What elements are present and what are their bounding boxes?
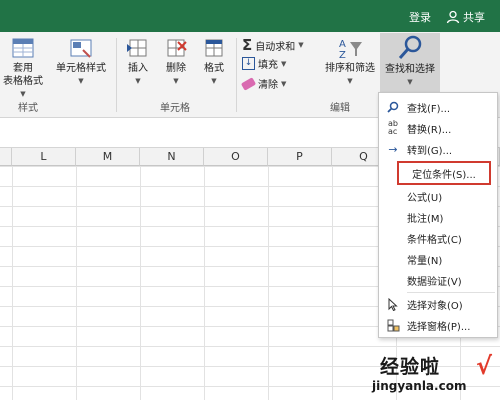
cells-group-label: 单元格 <box>160 103 190 114</box>
title-bar: 登录 共享 <box>0 0 500 32</box>
sigma-icon: Σ <box>242 36 253 54</box>
find-select-label: 查找和选择 <box>385 64 435 75</box>
menu-divider <box>407 292 495 293</box>
sort-filter-button[interactable]: A Z 排序和筛选 ▼ <box>320 36 380 88</box>
autosum-button[interactable]: Σ 自动求和 ▼ <box>242 36 304 54</box>
menu-item-formulas[interactable]: 公式(U) <box>379 186 497 206</box>
menu-item-goto[interactable]: → 转到(G)... <box>379 139 497 159</box>
column-header-partial <box>0 148 12 166</box>
selection-pane-icon <box>379 319 407 332</box>
share-button[interactable]: 共享 <box>446 7 494 27</box>
group-divider <box>116 38 117 112</box>
styles-group-label: 样式 <box>18 103 38 114</box>
menu-item-constants[interactable]: 常量(N) <box>379 249 497 269</box>
format-label: 格式 <box>204 63 224 74</box>
autosum-label: 自动求和 <box>255 41 296 53</box>
chevron-down-icon: ▼ <box>173 77 179 85</box>
chevron-down-icon: ▼ <box>211 77 217 85</box>
cell-styles-button[interactable]: 单元格样式 ▼ <box>50 36 112 88</box>
fill-down-icon: ↓ <box>242 57 255 70</box>
arrow-right-icon: → <box>388 142 398 156</box>
menu-item-find[interactable]: 查找(F)... <box>379 97 497 117</box>
menu-item-data-validation[interactable]: 数据验证(V) <box>379 270 497 290</box>
insert-button[interactable]: 插入 ▼ <box>120 36 156 88</box>
cell-styles-icon <box>70 39 92 58</box>
column-header-p[interactable]: P <box>268 148 332 166</box>
menu-item-label: 数据验证(V) <box>407 276 462 288</box>
eraser-icon <box>240 76 257 91</box>
menu-item-select-objects[interactable]: 选择对象(O) <box>379 294 497 314</box>
menu-item-label: 查找(F)... <box>407 103 451 115</box>
chevron-down-icon: ▼ <box>135 77 141 85</box>
find-select-menu: 查找(F)... ab ac 替换(R)... → 转到(G)... 定位条件(S… <box>378 92 498 338</box>
chevron-down-icon: ▼ <box>78 77 84 85</box>
column-header-l[interactable]: L <box>12 148 76 166</box>
delete-cells-icon <box>167 39 187 57</box>
replace-icon: ab ac <box>388 119 398 136</box>
insert-cells-icon <box>127 39 147 57</box>
chevron-down-icon: ▼ <box>407 78 413 86</box>
magnifier-icon <box>398 35 422 59</box>
format-button[interactable]: 格式 ▼ <box>196 36 232 88</box>
watermark-text: 经验啦 <box>380 356 441 378</box>
group-divider <box>236 38 237 112</box>
clear-button[interactable]: 清除 ▼ <box>240 76 287 91</box>
search-icon <box>379 101 407 113</box>
cell-styles-label: 单元格样式 <box>56 63 106 74</box>
menu-item-label: 条件格式(C) <box>407 234 462 246</box>
menu-item-conditional-formatting[interactable]: 条件格式(C) <box>379 228 497 248</box>
share-label: 共享 <box>463 11 485 24</box>
menu-item-label: 转到(G)... <box>407 145 453 157</box>
menu-item-label: 批注(M) <box>407 213 444 225</box>
menu-item-goto-special[interactable]: 定位条件(S)... <box>397 161 491 185</box>
menu-item-replace[interactable]: ab ac 替换(R)... <box>379 118 497 138</box>
clear-label: 清除 <box>258 80 278 91</box>
format-cells-icon <box>205 39 223 57</box>
menu-item-label: 替换(R)... <box>407 124 452 136</box>
person-icon <box>446 10 460 24</box>
delete-label: 删除 <box>166 63 186 74</box>
fill-label: 填充 <box>258 60 278 71</box>
watermark-url: jingyanla.com <box>372 379 467 393</box>
chevron-down-icon: ▼ <box>281 79 287 88</box>
watermark: 经验啦 √ jingyanla.com <box>372 352 500 398</box>
menu-item-label: 选择窗格(P)... <box>407 321 471 333</box>
apply-table-line2: 表格格式 <box>3 76 43 87</box>
cursor-icon <box>379 297 407 311</box>
menu-item-label: 定位条件(S)... <box>412 169 476 181</box>
checkmark-icon: √ <box>476 352 493 380</box>
menu-item-selection-pane[interactable]: 选择窗格(P)... <box>379 315 497 335</box>
column-header-n[interactable]: N <box>140 148 204 166</box>
sort-filter-icon: A Z <box>339 39 362 61</box>
chevron-down-icon: ▼ <box>281 59 287 68</box>
column-header-o[interactable]: O <box>204 148 268 166</box>
menu-item-label: 选择对象(O) <box>407 300 463 312</box>
chevron-down-icon: ▼ <box>347 77 353 85</box>
menu-item-label: 常量(N) <box>407 255 443 267</box>
insert-label: 插入 <box>128 63 148 74</box>
table-format-icon <box>12 38 34 58</box>
column-header-m[interactable]: M <box>76 148 140 166</box>
svg-text:A: A <box>339 39 346 50</box>
apply-table-line1: 套用 <box>13 63 33 74</box>
editing-group-label: 编辑 <box>330 103 350 114</box>
menu-item-comments[interactable]: 批注(M) <box>379 207 497 227</box>
menu-item-label: 公式(U) <box>407 192 443 204</box>
svg-text:Z: Z <box>339 50 346 61</box>
apply-table-format-button[interactable]: 套用 表格格式 ▼ <box>0 36 46 101</box>
find-select-button[interactable]: 查找和选择 ▼ <box>380 33 440 93</box>
delete-button[interactable]: 删除 ▼ <box>158 36 194 88</box>
chevron-down-icon: ▼ <box>298 41 304 49</box>
sort-filter-label: 排序和筛选 <box>325 63 375 74</box>
login-link[interactable]: 登录 <box>409 9 431 25</box>
fill-button[interactable]: ↓ 填充 ▼ <box>242 56 286 71</box>
